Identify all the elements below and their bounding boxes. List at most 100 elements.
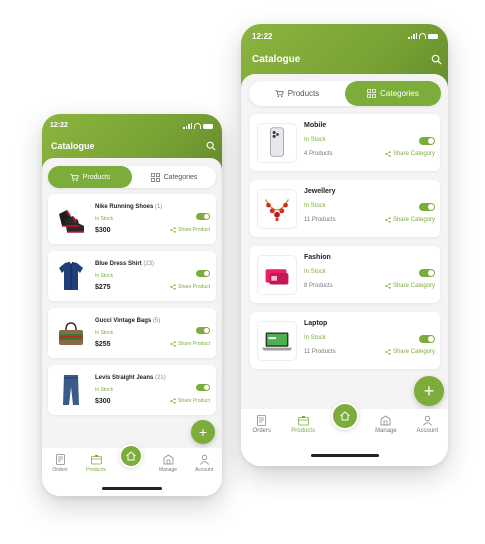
category-card[interactable]: Jewellery In Stock 11 Products Share Cat…: [250, 180, 440, 237]
manage-icon: [163, 454, 173, 465]
products-icon: [297, 416, 309, 426]
tab-label: Products: [287, 89, 320, 98]
product-card[interactable]: Levis Straight Jeans (21) In Stock $300 …: [48, 365, 216, 415]
status-time: 12:22: [50, 122, 68, 129]
nav-manage[interactable]: Manage: [365, 409, 406, 466]
bag-image: [56, 316, 86, 350]
product-count: 11 Products: [304, 349, 336, 355]
share-icon: [170, 227, 176, 233]
tab-label: Categories: [163, 173, 198, 181]
phone-products: 12:22 Catalogue Products Categories Nike…: [42, 114, 222, 496]
category-card[interactable]: Mobile In Stock 4 Products Share Categor…: [250, 114, 440, 171]
home-button[interactable]: [119, 444, 143, 468]
share-icon: [385, 283, 391, 289]
share-category-link[interactable]: Share Category: [385, 283, 435, 289]
nav-orders[interactable]: Orders: [42, 448, 78, 496]
mobile-image: [257, 123, 297, 163]
stock-status: In Stock: [304, 269, 326, 275]
stage: 12:22 Catalogue Products Categories Nike…: [0, 0, 485, 544]
battery-icon: [428, 33, 438, 39]
shoes-image: [56, 202, 86, 236]
manage-icon: [381, 415, 391, 426]
share-category-link[interactable]: Share Category: [385, 217, 435, 223]
grid-icon: [367, 89, 377, 98]
tab-products[interactable]: Products: [48, 166, 132, 188]
product-name: Levis Straight Jeans (21): [95, 375, 166, 381]
tab-categories[interactable]: Categories: [345, 81, 441, 106]
tab-categories[interactable]: Categories: [132, 166, 216, 188]
product-card[interactable]: Gucci Vintage Bags (5) In Stock $255 Sha…: [48, 308, 216, 358]
share-icon: [385, 349, 391, 355]
share-category-link[interactable]: Share Category: [385, 151, 435, 157]
stock-status: In Stock: [95, 387, 114, 393]
product-card[interactable]: Nike Running Shoes (1) In Stock $300 Sha…: [48, 194, 216, 244]
stock-toggle[interactable]: [419, 203, 435, 211]
page-title: Catalogue: [51, 141, 95, 151]
product-price: $300: [95, 398, 111, 405]
share-icon: [385, 151, 391, 157]
signal-icon: [408, 33, 417, 39]
category-name: Jewellery: [304, 188, 336, 195]
stock-toggle[interactable]: [419, 335, 435, 343]
share-icon: [385, 217, 391, 223]
tab-bar: Products Categories: [249, 81, 441, 106]
home-indicator: [102, 487, 162, 490]
nav-account[interactable]: Account: [186, 448, 222, 496]
share-product-link[interactable]: Share Product: [170, 341, 210, 347]
add-category-button[interactable]: +: [414, 376, 444, 406]
tab-products[interactable]: Products: [249, 81, 345, 106]
stock-status: In Stock: [304, 137, 326, 143]
stock-status: In Stock: [95, 216, 114, 222]
product-card[interactable]: Blue Dress Shirt (23) In Stock $275 Shar…: [48, 251, 216, 301]
laptop-image: [257, 321, 297, 361]
category-name: Laptop: [304, 320, 328, 327]
product-name: Blue Dress Shirt (23): [95, 261, 155, 267]
product-count: 4 Products: [304, 151, 333, 157]
share-icon: [170, 341, 176, 347]
account-icon: [199, 454, 209, 465]
page-title: Catalogue: [252, 54, 301, 65]
search-icon[interactable]: [206, 141, 216, 151]
search-icon[interactable]: [431, 54, 442, 65]
stock-status: In Stock: [304, 203, 326, 209]
share-icon: [170, 284, 176, 290]
category-name: Mobile: [304, 122, 327, 129]
phone-categories: 12:22 Catalogue Products Categories Mobi…: [241, 24, 448, 466]
stock-toggle[interactable]: [196, 384, 210, 391]
share-product-link[interactable]: Share Product: [170, 398, 210, 404]
add-product-button[interactable]: +: [191, 420, 215, 444]
nav-orders[interactable]: Orders: [241, 409, 282, 466]
fashion-image: [257, 255, 297, 295]
stock-toggle[interactable]: [419, 269, 435, 277]
home-icon: [126, 451, 136, 461]
shirt-image: [56, 259, 86, 293]
orders-icon: [257, 415, 267, 426]
status-icons: [408, 33, 438, 39]
home-indicator: [311, 454, 379, 457]
category-card[interactable]: Fashion In Stock 8 Products Share Catego…: [250, 246, 440, 303]
wifi-icon: [194, 123, 201, 129]
share-product-link[interactable]: Share Product: [170, 227, 210, 233]
home-button[interactable]: [331, 402, 359, 430]
tab-bar: Products Categories: [48, 166, 216, 188]
status-time: 12:22: [252, 32, 273, 41]
stock-toggle[interactable]: [196, 270, 210, 277]
nav-account[interactable]: Account: [407, 409, 448, 466]
signal-icon: [183, 123, 192, 129]
nav-products[interactable]: Products: [282, 409, 323, 466]
jeans-image: [56, 373, 86, 407]
share-product-link[interactable]: Share Product: [170, 284, 210, 290]
stock-toggle[interactable]: [196, 327, 210, 334]
battery-icon: [203, 123, 213, 129]
stock-toggle[interactable]: [196, 213, 210, 220]
stock-toggle[interactable]: [419, 137, 435, 145]
share-icon: [170, 398, 176, 404]
category-card[interactable]: Laptop In Stock 11 Products Share Catego…: [250, 312, 440, 369]
cart-icon: [70, 173, 79, 181]
share-category-link[interactable]: Share Category: [385, 349, 435, 355]
products-icon: [90, 455, 102, 465]
account-icon: [422, 415, 432, 426]
product-price: $275: [95, 284, 111, 291]
stock-status: In Stock: [95, 273, 114, 279]
product-price: $300: [95, 227, 111, 234]
